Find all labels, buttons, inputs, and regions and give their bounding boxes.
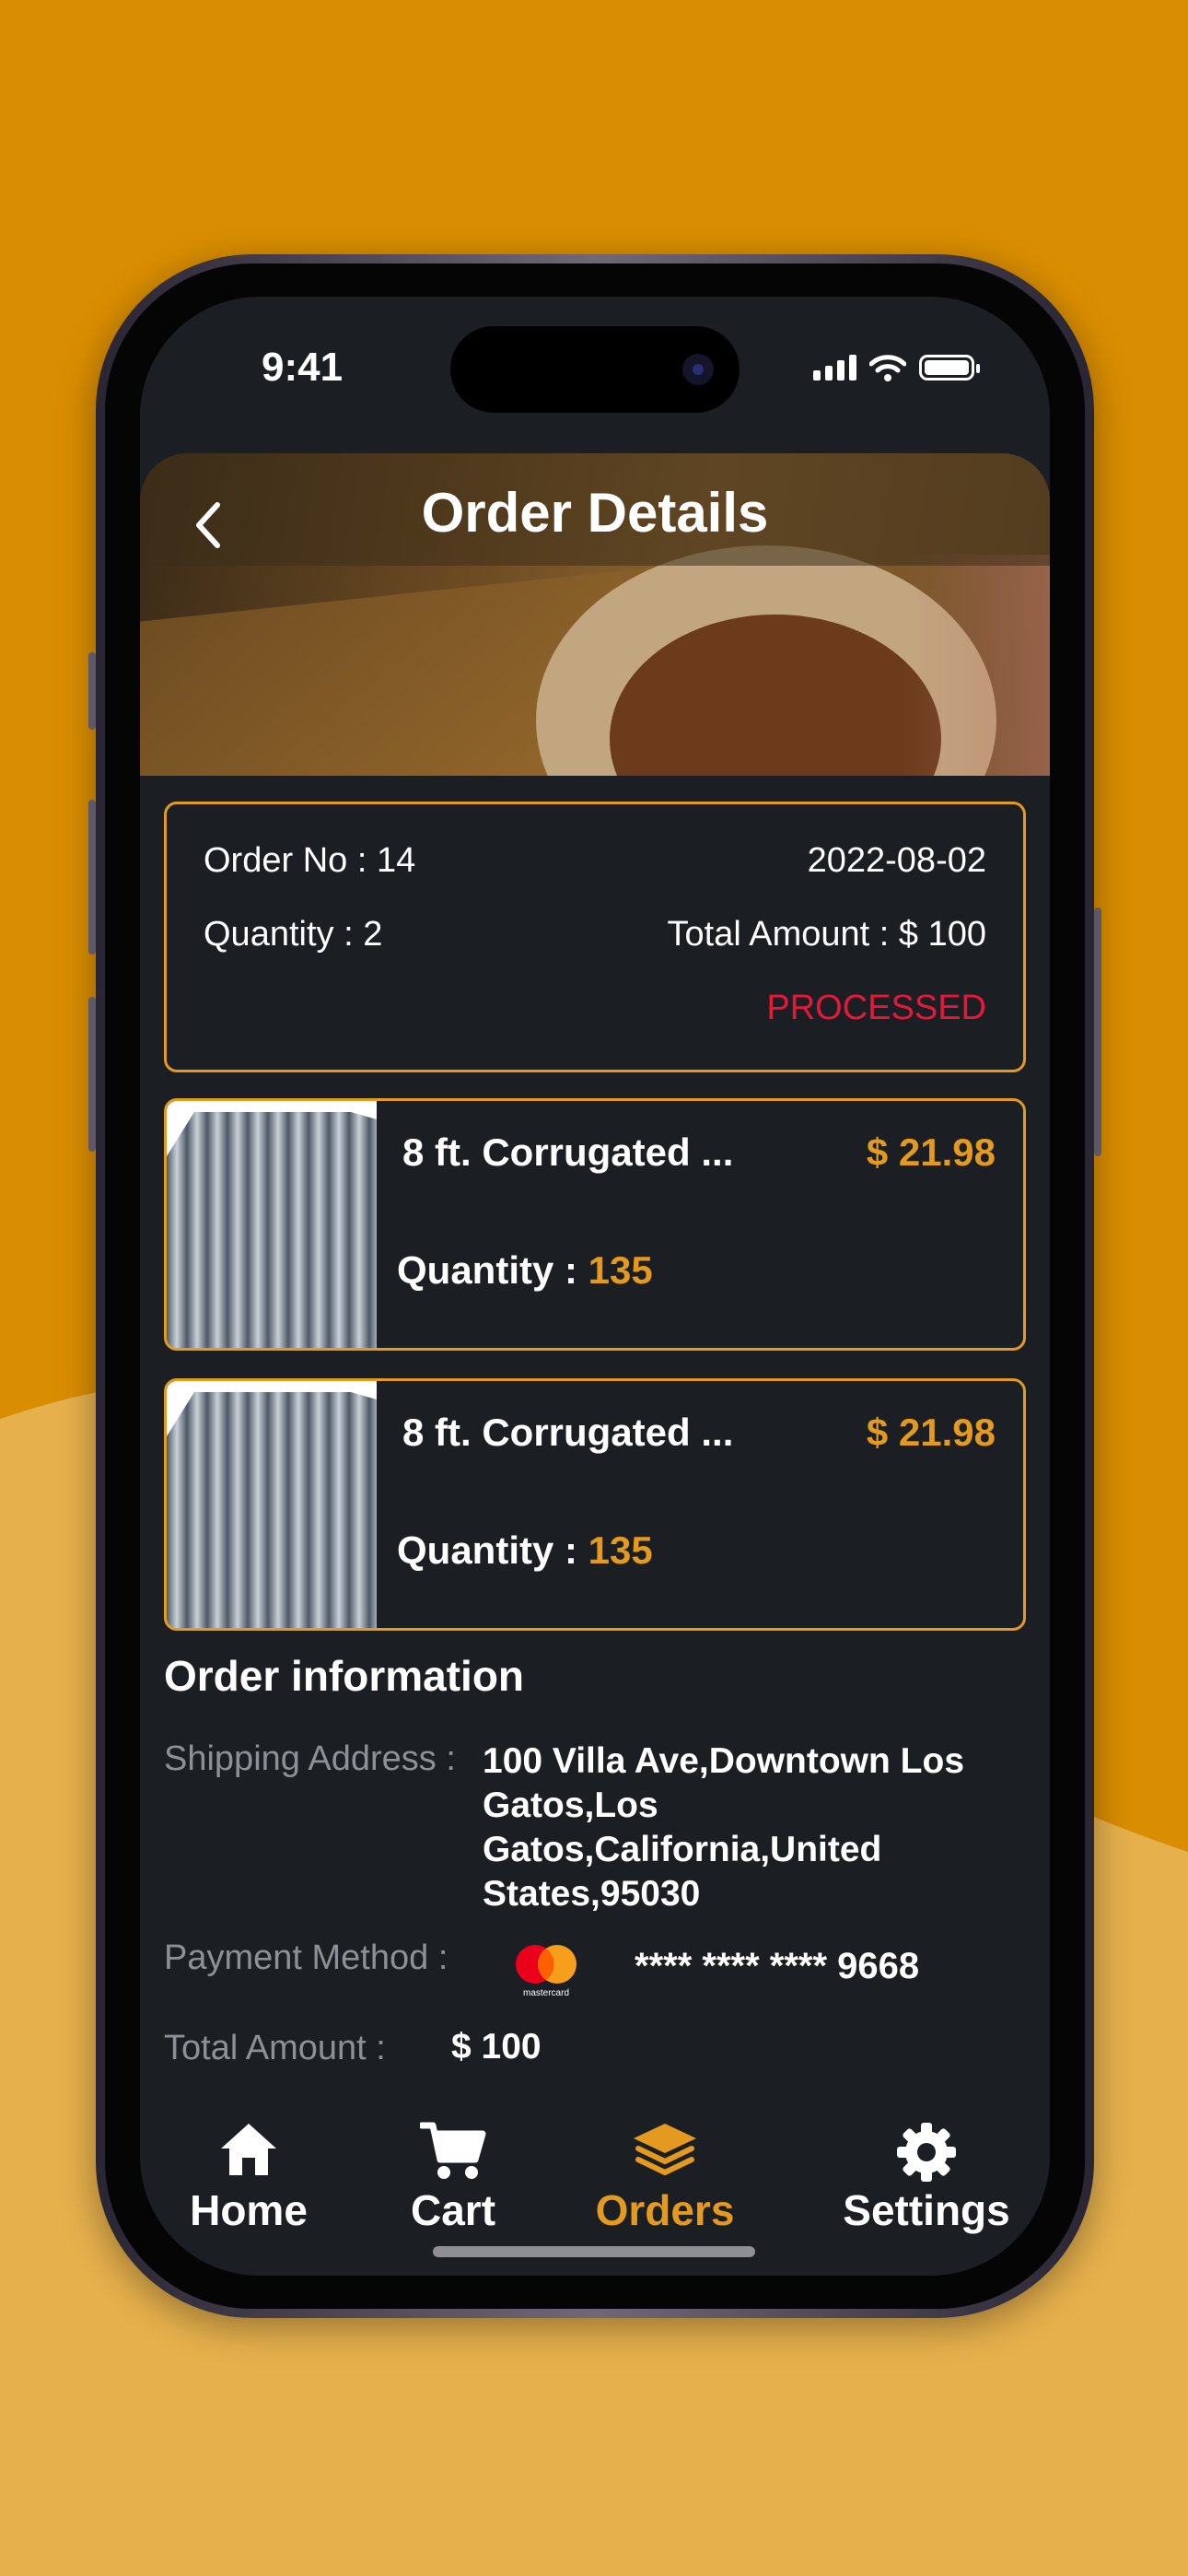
- status-bar: 9:41: [140, 297, 1050, 444]
- product-image: [167, 1101, 377, 1348]
- product-price: $ 21.98: [866, 1130, 996, 1174]
- product-name: 8 ft. Corrugated ...: [402, 1411, 734, 1454]
- order-summary-card: Order No : 14 2022-08-02 Quantity : 2 To…: [164, 802, 1026, 1072]
- tab-cart-label: Cart: [410, 2186, 496, 2234]
- order-number: Order No : 14: [204, 841, 416, 880]
- total-amount-label: Total Amount :: [164, 2029, 386, 2067]
- tab-settings[interactable]: Settings: [825, 2112, 1028, 2259]
- layers-icon: [634, 2124, 696, 2175]
- order-item[interactable]: 8 ft. Corrugated ... $ 21.98 Quantity : …: [164, 1378, 1026, 1631]
- quantity-value: 135: [588, 1248, 653, 1292]
- product-quantity: Quantity : 135: [397, 1248, 653, 1293]
- tab-cart[interactable]: Cart: [352, 2112, 554, 2259]
- power-button: [1094, 907, 1101, 1156]
- order-item[interactable]: 8 ft. Corrugated ... $ 21.98 Quantity : …: [164, 1098, 1026, 1351]
- battery-icon: [919, 355, 980, 381]
- action-button: [88, 652, 96, 730]
- tab-orders[interactable]: Orders: [564, 2112, 766, 2259]
- app-screen: 9:41 Order Details Order No : 14 2022-08…: [140, 297, 1050, 2276]
- tab-orders-label: Orders: [595, 2186, 735, 2234]
- order-quantity: Quantity : 2: [204, 915, 383, 954]
- quantity-label: Quantity :: [397, 1528, 577, 1572]
- volume-up-button: [88, 800, 96, 954]
- tab-home[interactable]: Home: [147, 2112, 350, 2259]
- tab-home-label: Home: [190, 2186, 308, 2234]
- shipping-address-value: 100 Villa Ave,Downtown Los Gatos,Los Gat…: [483, 1741, 965, 1914]
- svg-text:mastercard: mastercard: [523, 1988, 569, 1998]
- status-time: 9:41: [262, 345, 344, 390]
- gear-icon: [897, 2123, 956, 2182]
- cellular-signal-icon: [813, 355, 856, 381]
- home-indicator[interactable]: [433, 2246, 755, 2257]
- home-icon: [221, 2124, 276, 2175]
- tab-settings-label: Settings: [843, 2186, 1010, 2234]
- quantity-value: 135: [588, 1528, 653, 1572]
- product-price: $ 21.98: [866, 1411, 996, 1454]
- dynamic-island: [450, 326, 740, 413]
- header-banner: Order Details: [140, 453, 1050, 776]
- volume-down-button: [88, 997, 96, 1152]
- order-information-title: Order information: [164, 1652, 525, 1700]
- wifi-icon: [869, 355, 906, 381]
- total-amount-value: $ 100: [451, 2027, 542, 2067]
- product-quantity: Quantity : 135: [397, 1528, 653, 1573]
- cart-icon: [420, 2122, 486, 2179]
- mastercard-logo: mastercard: [511, 1942, 581, 1999]
- payment-method-label: Payment Method :: [164, 1938, 448, 1977]
- page-title: Order Details: [421, 482, 769, 544]
- product-image: [167, 1381, 377, 1628]
- quantity-label: Quantity :: [397, 1248, 577, 1292]
- product-name: 8 ft. Corrugated ...: [402, 1130, 734, 1174]
- shipping-address-label: Shipping Address :: [164, 1739, 456, 1778]
- card-number: **** **** **** 9668: [635, 1946, 920, 1986]
- order-total-amount: Total Amount : $ 100: [667, 915, 986, 954]
- order-date: 2022-08-02: [807, 841, 986, 880]
- status-badge: PROCESSED: [766, 989, 986, 1027]
